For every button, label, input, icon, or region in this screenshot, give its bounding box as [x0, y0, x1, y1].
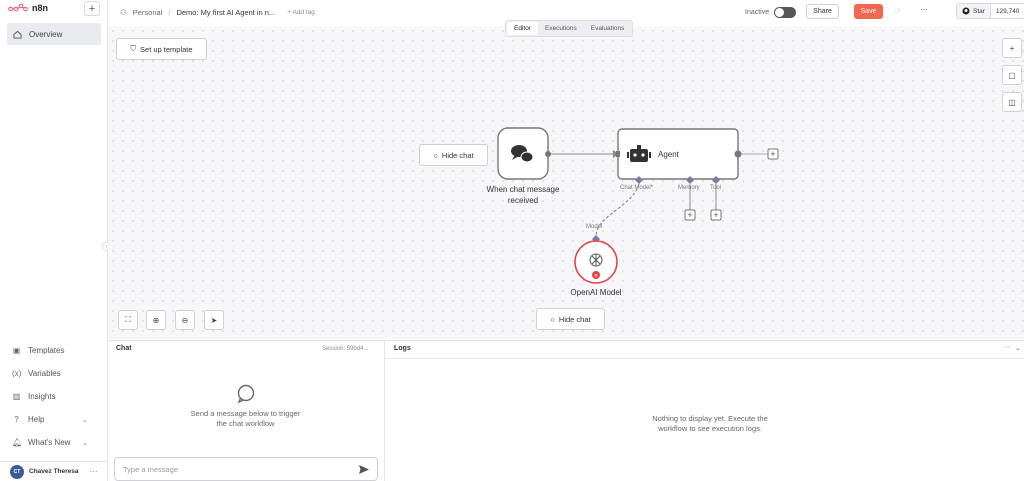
github-icon: [962, 7, 970, 15]
tab-editor[interactable]: Editor: [507, 22, 538, 35]
button-label: Hide chat: [558, 314, 591, 324]
pointer-mode-button[interactable]: ➤: [204, 310, 224, 330]
sidebar-item-label: Variables: [28, 369, 61, 378]
workflow-canvas[interactable]: ⛉ Set up template + ▢ ◫ + + + × When cha…: [108, 26, 1024, 340]
chat-panel: Chat Session: 59bd4... Send a message be…: [108, 340, 385, 481]
view-tabs: Editor Executions Evaluations: [505, 20, 634, 37]
bell-icon: 🔔︎: [12, 438, 23, 447]
zoom-out-button[interactable]: ⊖: [175, 310, 195, 330]
svg-text:×: ×: [594, 274, 598, 280]
sidebar-item-whats-new[interactable]: 🔔︎ What's New: [12, 438, 70, 447]
breadcrumb-separator: /: [168, 8, 171, 17]
n8n-logo[interactable]: n8n: [8, 3, 48, 13]
variables-icon: (x): [12, 369, 22, 378]
activation-control: Inactive: [745, 7, 797, 18]
zoom-in-icon: ⊕: [152, 315, 160, 325]
avatar: CT: [10, 464, 24, 479]
share-button[interactable]: Share: [806, 4, 839, 19]
send-icon[interactable]: [358, 464, 370, 475]
fit-view-button[interactable]: ⛶: [118, 310, 138, 330]
history-icon[interactable]: ↺: [894, 7, 901, 16]
home-icon: [13, 30, 22, 39]
sidebar-item-label: Insights: [28, 392, 56, 401]
trigger-output-port[interactable]: [545, 151, 551, 157]
status-label: Inactive: [745, 9, 770, 16]
logs-panel-title: Logs: [394, 345, 411, 352]
more-options-icon[interactable]: ···: [90, 467, 98, 476]
chevron-down-icon[interactable]: ⌄: [82, 439, 88, 447]
user-menu[interactable]: CT Chavez Theresa ···: [0, 461, 107, 481]
chat-model-port-label: Chat Model*: [620, 185, 654, 191]
sidebar-item-label: Help: [28, 415, 45, 424]
sidebar-item-templates[interactable]: ▣ Templates: [12, 346, 65, 355]
sidebar-item-label: Templates: [28, 346, 65, 355]
user-icon: ⚇: [120, 8, 127, 17]
github-star-count: 129,740: [995, 7, 1020, 15]
more-options-icon[interactable]: ···: [920, 5, 928, 14]
chat-message-input[interactable]: Type a message: [114, 457, 378, 481]
active-toggle[interactable]: [774, 7, 797, 18]
cursor-icon: ➤: [210, 315, 218, 325]
help-icon: ?: [14, 415, 19, 424]
sidebar-item-overview[interactable]: Overview: [7, 23, 101, 45]
add-tag-link[interactable]: + Add tag: [287, 9, 315, 16]
model-port-label: Model: [586, 224, 603, 230]
user-name: Chavez Theresa: [29, 468, 79, 475]
logs-panel: Logs ··· ⌄ Nothing to display yet. Execu…: [385, 340, 1024, 481]
github-star-label: Star: [973, 7, 985, 15]
plus-icon: +: [687, 210, 692, 220]
breadcrumb: ⚇ Personal / Demo: My first AI Agent in …: [120, 8, 315, 17]
session-id: Session: 59bd4...: [322, 346, 369, 352]
zoom-in-button[interactable]: ⊕: [146, 310, 166, 330]
save-button[interactable]: Save: [854, 4, 883, 19]
chat-panel-title: Chat: [116, 345, 132, 352]
button-label: Hide chat: [441, 150, 474, 160]
model-connection: [595, 183, 640, 237]
sidebar-item-variables[interactable]: (x) Variables: [12, 369, 61, 378]
n8n-logo-icon: [8, 3, 28, 12]
chat-empty-message: Send a message below to trigger the chat…: [190, 409, 301, 428]
chat-input-placeholder: Type a message: [123, 464, 179, 474]
more-options-icon[interactable]: ···: [1003, 344, 1010, 351]
sidebar-item-help[interactable]: ? Help: [12, 415, 44, 424]
trigger-node-label: When chat message received: [486, 185, 560, 205]
workflow-name[interactable]: Demo: My first AI Agent in n...: [176, 8, 275, 17]
plus-icon: +: [770, 149, 775, 159]
openai-node-label: OpenAI Model: [570, 288, 622, 297]
chat-bubble-icon: ○: [550, 314, 555, 324]
tab-executions[interactable]: Executions: [538, 22, 584, 35]
sidebar-item-label: What's New: [28, 438, 71, 447]
sidebar-item-label: Overview: [29, 29, 63, 39]
chat-bubble-icon: ○: [433, 150, 438, 160]
hide-chat-button[interactable]: ○ Hide chat: [419, 144, 488, 166]
app-name: n8n: [32, 3, 49, 13]
chevron-down-icon[interactable]: ⌄: [1015, 344, 1021, 352]
sidebar: n8n + Overview ▣ Templates (x) Variables…: [0, 0, 108, 481]
github-star-button[interactable]: Star 129,740: [956, 3, 1024, 19]
agent-node-label: Agent: [658, 150, 679, 159]
chart-icon: ▥: [12, 392, 21, 401]
tab-evaluations[interactable]: Evaluations: [584, 22, 632, 35]
sidebar-item-insights[interactable]: ▥ Insights: [12, 392, 56, 401]
agent-output-port[interactable]: [734, 150, 742, 158]
new-item-button[interactable]: +: [84, 1, 100, 16]
chevron-down-icon[interactable]: ⌄: [82, 416, 88, 424]
zoom-out-icon: ⊖: [181, 315, 189, 325]
agent-input-port[interactable]: [616, 151, 620, 157]
box-icon: ▣: [12, 346, 21, 355]
breadcrumb-project[interactable]: Personal: [133, 8, 163, 17]
plus-icon: +: [713, 210, 718, 220]
fit-view-icon: ⛶: [125, 315, 131, 324]
logs-empty-message: Nothing to display yet. Execute the work…: [652, 414, 768, 433]
hide-chat-bottom-button[interactable]: ○ Hide chat: [536, 308, 605, 330]
chat-bubble-icon: [237, 384, 255, 404]
memory-port-label: Memory: [678, 185, 700, 191]
tool-port-label: Tool: [710, 185, 722, 191]
